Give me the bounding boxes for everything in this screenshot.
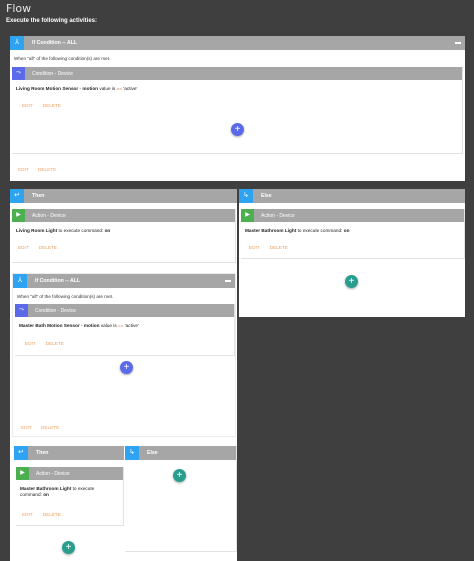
nested-condition-text: Master Bath Motion Sensor - motion value… [15,317,234,329]
action-mid: to execute command: [57,228,105,233]
condition-value: 'active' [123,86,138,91]
add-else-button[interactable]: + [345,275,358,288]
else-action-command: on [343,228,350,233]
else-header: ↳ Else [239,189,465,203]
add-condition-button[interactable]: + [231,123,244,136]
action-text: Living Room Light to execute command: on [12,222,235,234]
nested-then-header: ↵ Then [14,446,124,460]
action-device: Living Room Light [16,228,58,233]
nested-if-delete-link[interactable]: DELETE [41,425,59,430]
split-icon: ⅄ [10,36,24,50]
minimize-icon[interactable] [225,280,231,282]
nested-then-title: Then [36,450,49,456]
else-block: ↳ Else ▶ Action - Device Master Bathroom… [239,189,465,317]
nested-then-block: ↵ Then ▶ Action - Device Master Bathroom… [14,446,124,561]
else-action-mid: to execute command: [296,228,344,233]
nested-else-block: ↳ Else + [125,446,237,552]
nested-action-command: on [43,492,49,497]
nested-action-mid2: command: [20,492,44,497]
turn-arrow-icon: ↳ [125,446,139,460]
action-card-header: ▶ Action - Device [12,209,235,222]
nested-condition-actions: EDIT DELETE [25,341,64,346]
add-nested-condition-button[interactable]: + [120,361,133,374]
add-nested-else-button[interactable]: + [173,469,186,482]
condition-card-header: ⤳ Condition - Device [12,67,462,80]
condition-icon: ⤳ [12,67,25,80]
condition-actions: EDIT DELETE [22,103,61,108]
condition-text: Living Room Motion Sensor - motion value… [12,80,462,92]
condition-note: When "all" of the following condition(s)… [14,56,111,61]
nested-action-device: Master Bathroom Light [20,486,72,491]
nested-action-card-header: ▶ Action - Device [16,467,123,480]
else-action-delete-link[interactable]: DELETE [270,245,288,250]
else-action-card-header: ▶ Action - Device [241,209,464,222]
nested-else-header: ↳ Else [125,446,236,460]
action-command: on [104,228,111,233]
minimize-icon[interactable] [455,42,461,44]
nested-action-actions: EDIT DELETE [22,512,61,517]
action-edit-link[interactable]: EDIT [18,245,29,250]
then-header: ↵ Then [10,189,237,203]
return-arrow-icon: ↵ [14,446,28,460]
if-condition-block: ⅄ If Condition -- ALL When "all" of the … [10,36,465,181]
else-action-actions: EDIT DELETE [249,245,288,250]
action-card: ▶ Action - Device Living Room Light to e… [12,209,236,263]
condition-mid: value is [98,86,117,91]
then-block: ↵ Then ▶ Action - Device Living Room Lig… [10,189,237,561]
nested-condition-card-title: Condition - Device [35,307,76,314]
if-condition-title: If Condition -- ALL [32,40,78,46]
if-edit-link[interactable]: EDIT [18,167,29,172]
turn-arrow-icon: ↳ [239,189,253,203]
if-condition-header: ⅄ If Condition -- ALL [10,36,465,50]
nested-condition-card: ⤳ Condition - Device Master Bath Motion … [15,304,235,356]
nested-if-title: If Condition -- ALL [35,278,81,284]
nested-action-card-title: Action - Device [36,470,70,477]
return-arrow-icon: ↵ [10,189,24,203]
nested-if-header: ⅄ If Condition -- ALL [13,274,235,288]
nested-condition-op: == [117,323,124,328]
else-action-device: Master Bathroom Light [245,228,297,233]
action-actions: EDIT DELETE [18,245,57,250]
nested-action-card: ▶ Action - Device Master Bathroom Light … [16,467,124,526]
nested-if-edit-link[interactable]: EDIT [21,425,32,430]
nested-else-title: Else [147,450,158,456]
nested-action-mid: to execute [71,486,95,491]
page-subtitle: Execute the following activities: [6,18,98,24]
nested-condition-note: When "all" of the following condition(s)… [17,294,114,299]
play-icon: ▶ [241,209,254,222]
nested-condition-device: Master Bath Motion Sensor [19,323,80,328]
if-delete-link[interactable]: DELETE [38,167,56,172]
action-card-title: Action - Device [32,212,66,219]
condition-op: == [116,86,123,91]
condition-icon: ⤳ [15,304,28,317]
nested-condition-edit-link[interactable]: EDIT [25,341,36,346]
condition-card-title: Condition - Device [32,70,73,77]
split-icon: ⅄ [13,274,27,288]
condition-card: ⤳ Condition - Device Living Room Motion … [12,67,463,154]
condition-attr: motion [82,86,99,91]
else-title: Else [261,193,272,199]
nested-action-edit-link[interactable]: EDIT [22,512,33,517]
else-action-card: ▶ Action - Device Master Bathroom Light … [241,209,465,259]
nested-condition-mid: value is [99,323,118,328]
nested-condition-delete-link[interactable]: DELETE [46,341,64,346]
else-action-card-title: Action - Device [261,212,295,219]
nested-condition-value: 'active' [124,323,139,328]
else-action-edit-link[interactable]: EDIT [249,245,260,250]
page-title: Flow [6,2,32,15]
then-title: Then [32,193,45,199]
nested-if-condition-block: ⅄ If Condition -- ALL When "all" of the … [12,273,236,437]
action-delete-link[interactable]: DELETE [39,245,57,250]
condition-device: Living Room Motion Sensor [16,86,79,91]
condition-edit-link[interactable]: EDIT [22,103,33,108]
nested-condition-attr: motion [83,323,100,328]
play-icon: ▶ [16,467,29,480]
nested-condition-card-header: ⤳ Condition - Device [15,304,234,317]
nested-action-text: Master Bathroom Light to execute command:… [16,480,123,498]
add-nested-then-button[interactable]: + [62,541,75,554]
else-action-text: Master Bathroom Light to execute command… [241,222,464,234]
condition-delete-link[interactable]: DELETE [43,103,61,108]
play-icon: ▶ [12,209,25,222]
nested-action-delete-link[interactable]: DELETE [43,512,61,517]
